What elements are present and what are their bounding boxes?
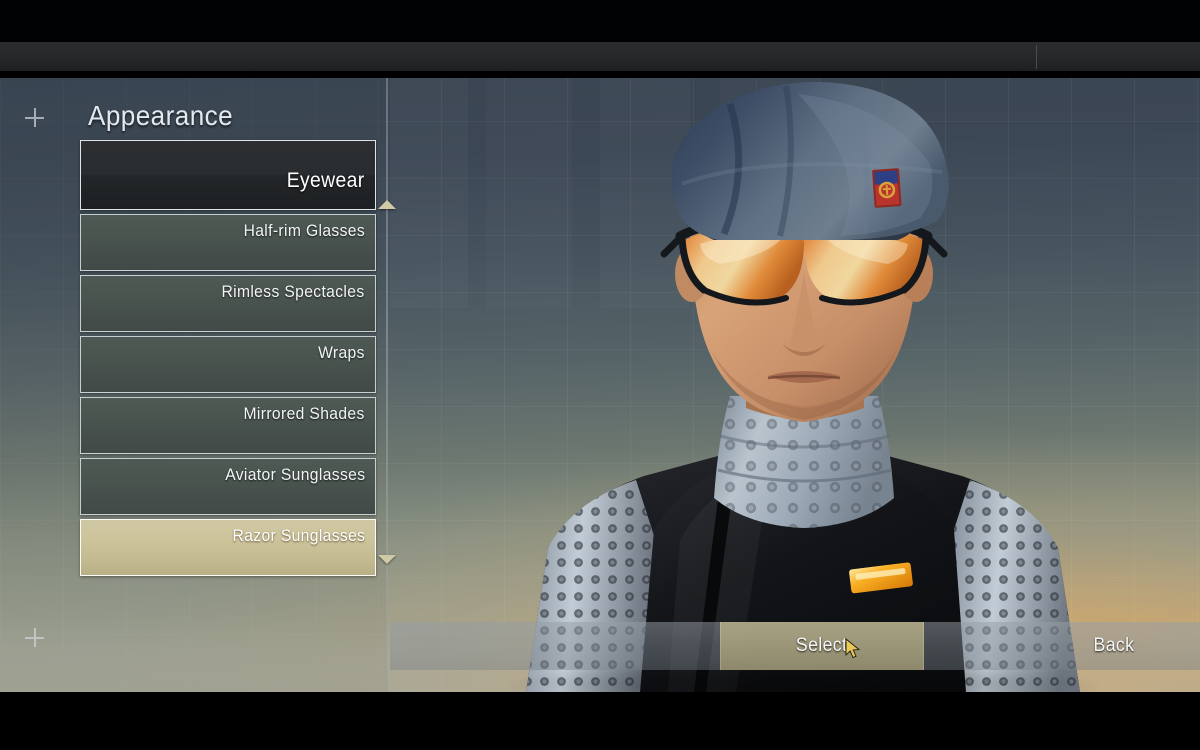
list-item[interactable]: Wraps bbox=[80, 336, 376, 393]
menu-divider bbox=[386, 78, 388, 692]
page-title: Appearance bbox=[88, 100, 234, 131]
plus-marker-icon-bottom bbox=[25, 628, 44, 647]
list-item-label: Mirrored Shades bbox=[243, 404, 365, 423]
list-item[interactable]: Rimless Spectacles bbox=[80, 275, 376, 332]
top-hud-bar bbox=[0, 42, 1200, 71]
mouse-pointer-icon bbox=[845, 638, 861, 659]
hud-divider bbox=[1036, 45, 1037, 69]
stage: Select Back Appearance Eyewear Half-rim … bbox=[0, 78, 1200, 692]
back-button[interactable]: Back bbox=[1030, 622, 1198, 670]
appearance-menu: Appearance Eyewear Half-rim Glasses Rimle… bbox=[0, 78, 396, 692]
list-item[interactable]: Aviator Sunglasses bbox=[80, 458, 376, 515]
game-screen: Select Back Appearance Eyewear Half-rim … bbox=[0, 0, 1200, 750]
list-item[interactable]: Half-rim Glasses bbox=[80, 214, 376, 271]
list-item[interactable]: Razor Sunglasses bbox=[80, 519, 376, 576]
list-item-label: Razor Sunglasses bbox=[232, 526, 365, 545]
triangle-up-icon[interactable] bbox=[378, 200, 396, 209]
action-bar-spacer-middle bbox=[924, 622, 1030, 670]
list-item[interactable]: Mirrored Shades bbox=[80, 397, 376, 454]
list-header: Eyewear bbox=[80, 140, 376, 210]
list-header-label: Eyewear bbox=[287, 169, 365, 192]
list-item-label: Rimless Spectacles bbox=[221, 282, 365, 301]
action-bar-spacer-left bbox=[390, 622, 720, 670]
list-item-label: Half-rim Glasses bbox=[243, 221, 365, 240]
plus-marker-icon-top bbox=[25, 108, 44, 127]
bottom-letterbox-bar bbox=[0, 692, 1200, 750]
top-letterbox-bar bbox=[0, 0, 1200, 42]
select-button-label: Select bbox=[796, 635, 848, 656]
back-button-label: Back bbox=[1093, 635, 1135, 656]
character-preview bbox=[504, 81, 1104, 692]
action-bar: Select Back bbox=[390, 622, 1200, 670]
top-hud-separator bbox=[0, 71, 1200, 78]
list-item-label: Wraps bbox=[318, 343, 365, 362]
list-item-label: Aviator Sunglasses bbox=[224, 465, 365, 484]
triangle-down-icon[interactable] bbox=[378, 555, 396, 564]
eyewear-list: Eyewear Half-rim Glasses Rimless Spectacl… bbox=[80, 140, 376, 580]
select-button[interactable]: Select bbox=[720, 622, 924, 670]
